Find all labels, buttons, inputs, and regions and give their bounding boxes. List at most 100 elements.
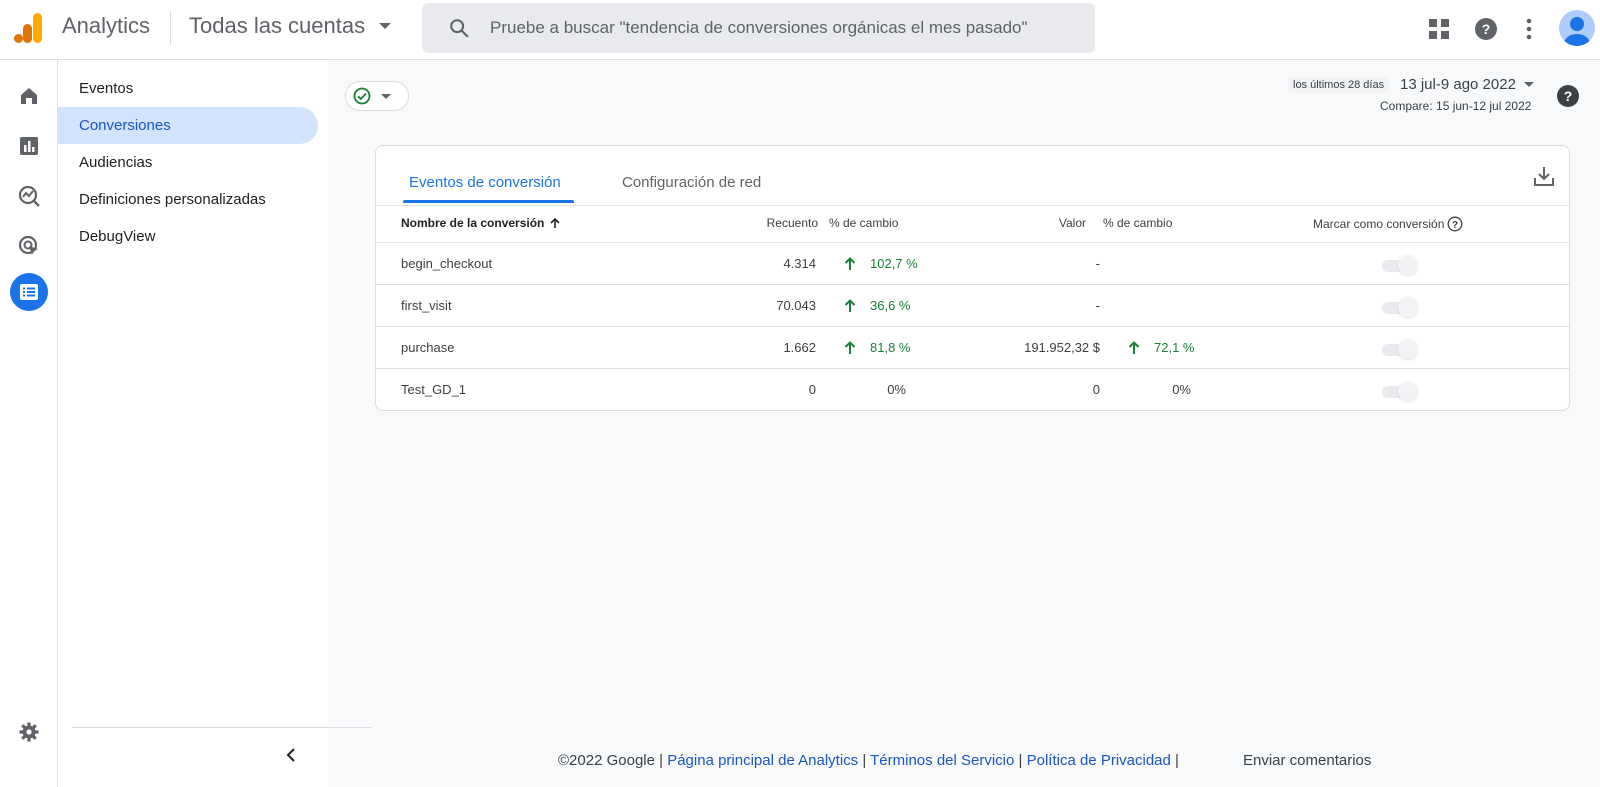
footer-separator: | <box>1175 752 1179 769</box>
toggle-knob <box>1398 255 1418 275</box>
search-icon <box>450 19 469 38</box>
mark-conversion-toggle[interactable] <box>1380 297 1418 317</box>
subnav-item-label: Conversiones <box>79 117 171 134</box>
active-tab-indicator <box>403 200 574 203</box>
date-range-label: 13 jul-9 ago 2022 <box>1400 76 1516 93</box>
more-vert-icon[interactable] <box>1516 16 1542 42</box>
row-divider <box>376 368 1569 369</box>
count-change: 36,6 % <box>844 298 910 313</box>
row-divider <box>376 284 1569 285</box>
toggle-knob <box>1398 381 1418 401</box>
count-change: 102,7 % <box>844 256 918 271</box>
footer-link-terms[interactable]: Términos del Servicio <box>870 752 1014 769</box>
svg-text:?: ? <box>1482 21 1491 37</box>
help-outline-icon[interactable]: ? <box>1447 216 1463 232</box>
svg-text:?: ? <box>1452 220 1458 231</box>
tab-eventos-conversion[interactable]: Eventos de conversión <box>409 174 561 191</box>
compare-range-label: Compare: 15 jun-12 jul 2022 <box>1380 99 1532 113</box>
search-box[interactable] <box>422 3 1095 53</box>
analytics-logo[interactable] <box>14 12 44 44</box>
column-header-count[interactable]: Recuento <box>758 216 818 230</box>
collapse-nav-button[interactable] <box>276 740 306 770</box>
subnav-item-label: Audiencias <box>79 154 153 171</box>
footer-link-privacy[interactable]: Política de Privacidad <box>1027 752 1171 769</box>
subnav-item-eventos[interactable]: Eventos <box>58 70 318 107</box>
arrow-up-icon <box>844 340 856 354</box>
check-circle-icon <box>353 87 371 105</box>
toggle-knob <box>1398 297 1418 317</box>
gear-icon[interactable] <box>10 713 48 751</box>
column-header-value[interactable]: Valor <box>1016 216 1086 230</box>
arrow-up-icon <box>844 298 856 312</box>
subnav-item-label: Eventos <box>79 80 134 97</box>
subnav-divider <box>72 727 372 728</box>
column-header-count-change[interactable]: % de cambio <box>829 216 898 230</box>
arrow-up-icon <box>1128 340 1140 354</box>
row-divider <box>376 326 1569 327</box>
conversion-name: Test_GD_1 <box>401 382 467 397</box>
mark-conversion-toggle[interactable] <box>1380 381 1418 401</box>
count-change-value: 36,6 % <box>870 298 911 313</box>
footer-link-analytics-home[interactable]: Página principal de Analytics <box>667 752 858 769</box>
date-preset-label: los últimos 28 días <box>1288 77 1390 93</box>
subnav-item-label: DebugView <box>79 228 156 245</box>
explore-icon[interactable] <box>10 177 48 215</box>
help-icon[interactable]: ? <box>1473 16 1499 42</box>
subnav-item-label: Definiciones personalizadas <box>79 191 266 208</box>
configure-icon[interactable] <box>10 273 48 311</box>
account-selector[interactable]: Todas las cuentas <box>189 13 392 39</box>
footer-separator: | <box>1018 752 1023 769</box>
value-change-value: 0% <box>1172 382 1191 397</box>
tab-configuracion-red[interactable]: Configuración de red <box>622 174 761 191</box>
value-change-value: 72,1 % <box>1154 340 1195 355</box>
count-change-value: 0% <box>887 382 906 397</box>
mark-conversion-toggle[interactable] <box>1380 339 1418 359</box>
column-header-name-label: Nombre de la conversión <box>401 216 545 230</box>
column-header-value-change[interactable]: % de cambio <box>1103 216 1172 230</box>
date-range-picker[interactable]: 13 jul-9 ago 2022 <box>1400 76 1534 93</box>
count-change-value: 102,7 % <box>870 256 918 271</box>
arrow-up-icon <box>844 256 856 270</box>
column-header-mark: Marcar como conversión ? <box>1313 216 1463 232</box>
avatar[interactable] <box>1559 10 1595 46</box>
conversion-name: purchase <box>401 340 455 355</box>
conversion-value: 0 <box>1092 382 1100 397</box>
user-icon <box>1564 17 1590 46</box>
send-feedback-link[interactable]: Enviar comentarios <box>1243 752 1371 769</box>
home-icon[interactable] <box>10 77 48 115</box>
subnav-item-definiciones[interactable]: Definiciones personalizadas <box>58 181 318 218</box>
subnav-item-debugview[interactable]: DebugView <box>58 218 318 255</box>
footer-separator: | <box>862 752 867 769</box>
mark-conversion-toggle[interactable] <box>1380 255 1418 275</box>
download-icon[interactable] <box>1532 164 1556 188</box>
chevron-down-icon <box>379 23 392 29</box>
conversion-value: - <box>1095 256 1100 271</box>
conversion-count: 0 <box>808 382 816 397</box>
advertising-icon[interactable] <box>10 227 48 265</box>
help-icon[interactable]: ? <box>1555 83 1581 109</box>
subnav-item-audiencias[interactable]: Audiencias <box>58 144 318 181</box>
count-change-value: 81,8 % <box>870 340 911 355</box>
chevron-down-icon <box>381 93 391 99</box>
toggle-knob <box>1398 339 1418 359</box>
conversion-name: first_visit <box>401 298 452 313</box>
subnav-item-conversiones[interactable]: Conversiones <box>58 107 318 144</box>
chevron-down-icon <box>1523 82 1534 87</box>
conversion-name: begin_checkout <box>401 256 493 271</box>
reports-icon[interactable] <box>10 127 48 165</box>
search-input[interactable] <box>490 3 1080 53</box>
header-divider <box>170 11 171 45</box>
conversion-count: 70.043 <box>776 298 816 313</box>
conversion-value: 191.952,32 $ <box>1024 340 1100 355</box>
svg-text:?: ? <box>1564 88 1573 104</box>
column-header-name[interactable]: Nombre de la conversión <box>401 216 561 230</box>
account-label: Todas las cuentas <box>189 13 366 38</box>
table-divider <box>376 242 1569 243</box>
apps-grid-icon[interactable] <box>1426 16 1452 42</box>
footer-copyright: ©2022 Google | <box>558 752 664 769</box>
top-bar: Analytics Todas las cuentas ? <box>0 0 1600 60</box>
comparison-filter-chip[interactable] <box>345 81 409 111</box>
left-rail <box>0 60 58 787</box>
conversions-card: Eventos de conversión Configuración de r… <box>375 145 1570 411</box>
app-title: Analytics <box>62 13 151 38</box>
